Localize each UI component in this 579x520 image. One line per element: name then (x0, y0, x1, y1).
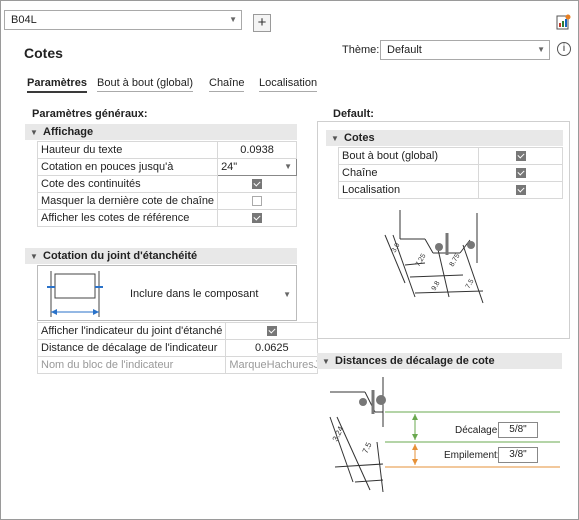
table-row: Cote des continuités (36, 175, 297, 193)
joint-option-value: Inclure dans le composant (130, 288, 259, 300)
row-label: Nom du bloc de l'indicateur (36, 356, 227, 374)
profile-value: B04L (11, 14, 37, 26)
theme-value: Default (387, 44, 422, 56)
affichage-table: Hauteur du texte 0.0938 Cotation en pouc… (36, 141, 297, 227)
localisation-checkbox[interactable] (515, 185, 526, 196)
theme-combo[interactable]: Default ▼ (380, 40, 550, 60)
table-row: Afficher l'indicateur du joint d'étanché (36, 322, 319, 340)
joint-option-select[interactable]: Inclure dans le composant ▼ (37, 265, 297, 321)
tab-parametres[interactable]: Paramètres (27, 77, 87, 93)
indicator-offset-value[interactable]: 0.0625 (225, 339, 319, 357)
diagram-label: 7.25 (415, 253, 428, 268)
joint-title: Cotation du joint d'étanchéité (43, 250, 198, 262)
table-row: Hauteur du texte 0.0938 (36, 141, 297, 159)
profile-combo[interactable]: B04L ▼ (4, 10, 242, 30)
joint-group-header[interactable]: ▼ Cotation du joint d'étanchéité (25, 248, 297, 264)
row-label: Cote des continuités (36, 175, 219, 193)
collapse-triangle-icon: ▼ (331, 134, 339, 143)
diagram-label: 8.75 (449, 253, 462, 268)
diagram-label: 3.24 (331, 424, 346, 442)
collapse-triangle-icon: ▼ (322, 357, 330, 366)
default-section-title: Default: (333, 108, 374, 120)
joint-preview-icon (47, 271, 103, 317)
diagram-label: 7.5 (465, 278, 476, 290)
diagram-label: 7.5 (361, 440, 374, 454)
dimension-illustration: 3.0 7.25 8.75 9.8 7.5 (384, 210, 484, 304)
offset-title: Distances de décalage de cote (335, 355, 495, 367)
hide-last-chain-checkbox[interactable] (252, 196, 263, 207)
row-label: Afficher l'indicateur du joint d'étanché (36, 322, 227, 340)
diagram-label: 3.0 (391, 242, 402, 254)
affichage-group-header[interactable]: ▼ Affichage (25, 124, 297, 140)
joint-table: Afficher l'indicateur du joint d'étanché… (36, 322, 319, 374)
info-icon[interactable]: i (557, 42, 571, 56)
tab-bout-a-bout[interactable]: Bout à bout (global) (97, 77, 194, 92)
table-row: Chaîne (338, 164, 563, 182)
chevron-down-icon: ▼ (229, 15, 237, 24)
table-row: Bout à bout (global) (338, 147, 563, 165)
text-height-value[interactable]: 0.0938 (217, 141, 297, 159)
tab-localisation[interactable]: Localisation (259, 77, 318, 92)
diagram-label: 9.8 (431, 280, 442, 292)
row-label: Afficher les cotes de référence (36, 209, 219, 227)
row-label: Cotation en pouces jusqu'à (36, 158, 219, 176)
table-row: Afficher les cotes de référence (36, 209, 297, 227)
table-row: Masquer la dernière cote de chaîne (36, 192, 297, 210)
decalage-label: Décalage: (455, 425, 501, 436)
empilement-input[interactable]: 3/8" (498, 447, 538, 463)
reference-dims-checkbox[interactable] (252, 213, 263, 224)
empilement-label: Empilement: (444, 450, 500, 461)
decalage-input[interactable]: 5/8" (498, 422, 538, 438)
export-sheet-icon[interactable] (556, 14, 571, 30)
row-label: Masquer la dernière cote de chaîne (36, 192, 219, 210)
collapse-triangle-icon: ▼ (30, 128, 38, 137)
cotes-group-header[interactable]: ▼ Cotes (326, 130, 563, 146)
affichage-title: Affichage (43, 126, 94, 138)
continuity-checkbox[interactable] (252, 179, 263, 190)
row-label: Hauteur du texte (36, 141, 219, 159)
table-row: Cotation en pouces jusqu'à 24" ▼ (36, 158, 297, 176)
row-label: Distance de décalage de l'indicateur (36, 339, 227, 357)
table-row: Distance de décalage de l'indicateur 0.0… (36, 339, 319, 357)
cotes-title: Cotes (344, 132, 375, 144)
row-label: Bout à bout (global) (338, 147, 479, 165)
add-profile-button[interactable]: + (253, 14, 271, 32)
theme-label: Thème: (342, 44, 380, 56)
tab-chaine[interactable]: Chaîne (209, 77, 245, 92)
offset-group-header[interactable]: ▼ Distances de décalage de cote (317, 353, 562, 369)
table-row: Localisation (338, 181, 563, 199)
table-row: Nom du bloc de l'indicateur MarqueHachur… (36, 356, 319, 374)
block-name-value: MarqueHachuresJoin (225, 356, 319, 374)
inch-dimension-select[interactable]: 24" ▼ (217, 158, 297, 176)
joint-indicator-checkbox[interactable] (266, 326, 277, 337)
inch-dimension-value: 24" (221, 161, 238, 173)
chevron-down-icon: ▼ (537, 45, 545, 54)
cotes-table: Bout à bout (global) Chaîne Localisation (338, 147, 563, 199)
page-title: Cotes (24, 45, 63, 61)
row-label: Chaîne (338, 164, 479, 182)
row-label: Localisation (338, 181, 479, 199)
chevron-down-icon: ▼ (283, 290, 291, 299)
chaine-checkbox[interactable] (515, 168, 526, 179)
bout-a-bout-checkbox[interactable] (515, 151, 526, 162)
collapse-triangle-icon: ▼ (30, 252, 38, 261)
chevron-down-icon: ▼ (284, 162, 292, 171)
general-section-title: Paramètres généraux: (32, 108, 148, 120)
